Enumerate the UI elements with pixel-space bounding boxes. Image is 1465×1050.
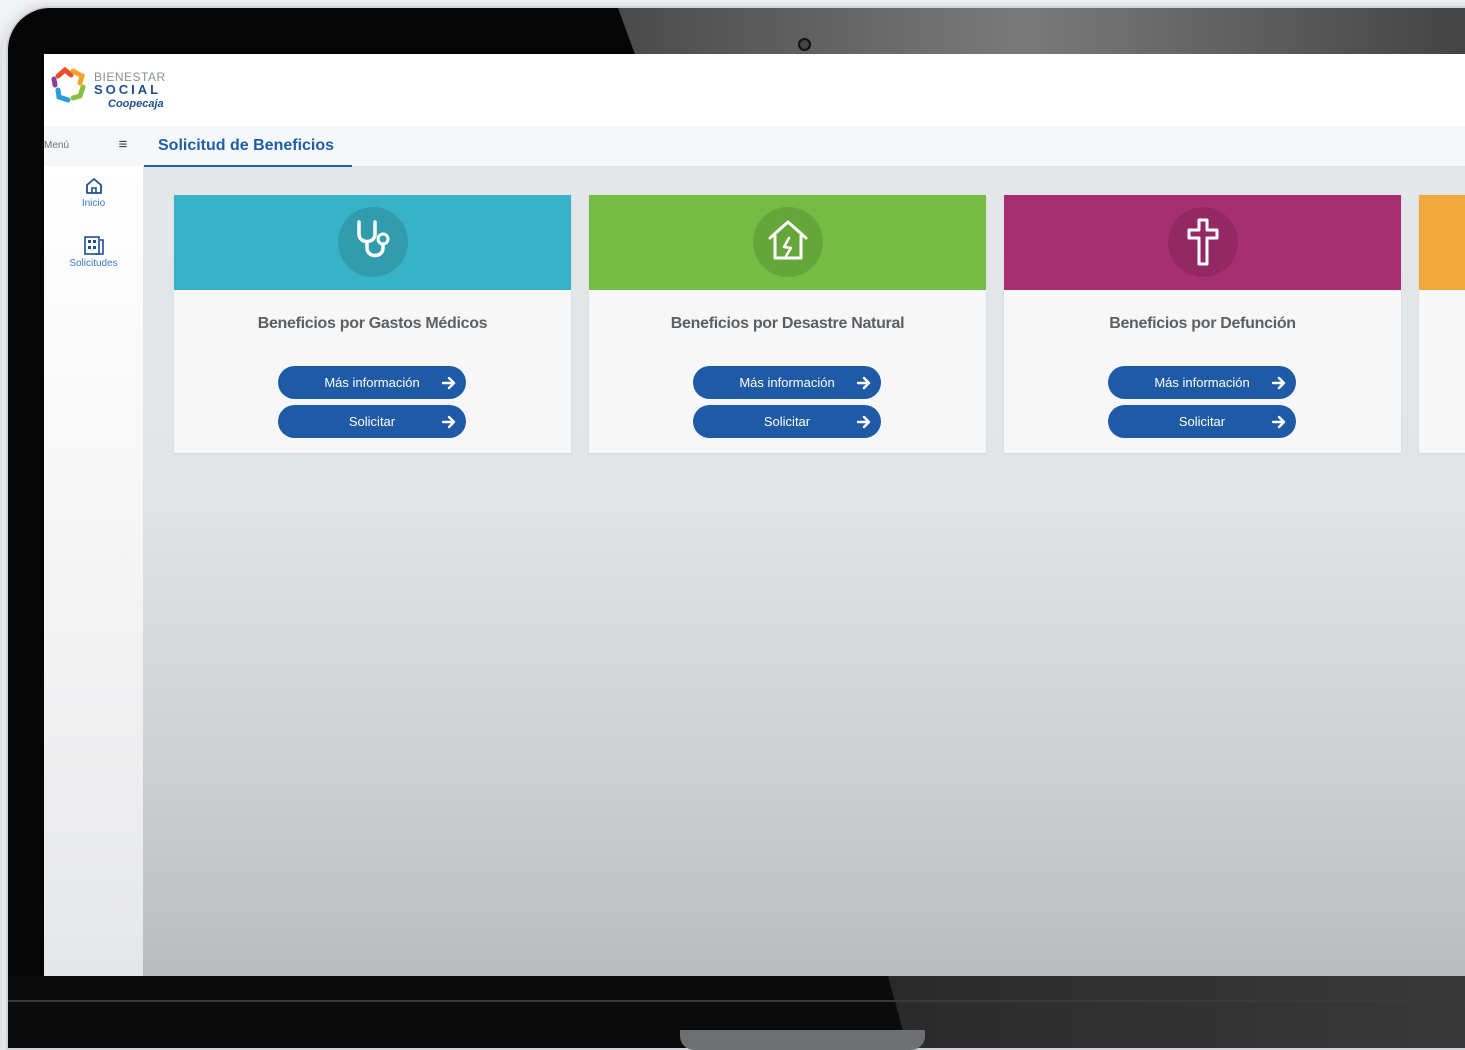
mas-informacion-button[interactable]: Más información [693,366,881,399]
card-header [174,195,571,290]
arrow-right-icon [1271,415,1286,429]
arrow-right-icon [441,376,456,390]
stethoscope-icon [356,220,389,258]
bezel-hinge-line [8,1000,1465,1002]
sidebar-item-label: Solicitudes [69,258,118,269]
button-label: Solicitar [763,414,811,429]
tab-label: Solicitud de Beneficios [158,137,335,154]
benefit-card-gastos-medicos: Beneficios por Gastos Médicos Más inform… [174,195,571,453]
brand-logo[interactable]: BIENESTAR SOCIAL Coopecaja [50,66,170,116]
card-icon-circle [337,207,408,277]
button-label: Solicitar [348,414,396,429]
sidebar-item-inicio[interactable]: Inicio [44,176,143,209]
sidebar-item-label: Inicio [81,198,106,209]
logo-mark-icon [51,66,86,103]
camera-icon [798,38,811,51]
tab-solicitud-de-beneficios[interactable]: Solicitud de Beneficios [144,126,352,168]
button-label: Más información [324,375,420,390]
solicitar-button[interactable]: Solicitar [1108,405,1296,438]
top-bar: BIENESTAR SOCIAL Coopecaja [44,54,1465,126]
app-screen: BIENESTAR SOCIAL Coopecaja Menú ≡ Solici… [44,54,1465,976]
logo-text-social: SOCIAL [94,82,162,97]
solicitar-button[interactable]: Solicitar [693,405,881,438]
benefit-card-desastre-natural: Beneficios por Desastre Natural Más info… [589,195,986,453]
card-title: Beneficios por Desastre Natural [670,315,905,332]
main-content: Beneficios por Gastos Médicos Más inform… [143,167,1465,976]
card-icon-circle [1167,207,1238,277]
button-label: Más información [1154,375,1250,390]
card-icon-circle [752,207,823,277]
mas-informacion-button[interactable]: Más información [1108,366,1296,399]
card-title: Beneficios por Gastos Médicos [257,315,488,332]
solicitar-button[interactable]: Solicitar [278,405,466,438]
card-title: Beneficios por Defunción [1109,315,1296,332]
benefit-card-partial [1419,195,1465,453]
hamburger-menu-icon[interactable]: ≡ [114,136,132,154]
bezel-bottom-glare [888,976,1465,1048]
arrow-right-icon [856,376,871,390]
sidebar-item-solicitudes[interactable]: Solicitudes [44,234,143,269]
requests-icon [83,236,104,255]
button-label: Más información [739,375,835,390]
button-label: Solicitar [1178,414,1226,429]
laptop-stand [680,1030,925,1050]
arrow-right-icon [1271,376,1286,390]
menu-label: Menú [44,140,70,151]
arrow-right-icon [856,415,871,429]
cross-icon [1187,218,1218,266]
sidebar: Inicio Solicitudes [44,166,143,976]
card-header [589,195,986,290]
tab-bar: Menú ≡ Solicitud de Beneficios [44,126,1465,168]
logo-text-coopecaja: Coopecaja [108,98,164,110]
home-icon [85,178,102,194]
arrow-right-icon [441,415,456,429]
mas-informacion-button[interactable]: Más información [278,366,466,399]
card-header [1419,195,1465,290]
damaged-house-icon [768,220,807,260]
benefit-card-defuncion: Beneficios por Defunción Más información… [1004,195,1401,453]
card-header [1004,195,1401,290]
